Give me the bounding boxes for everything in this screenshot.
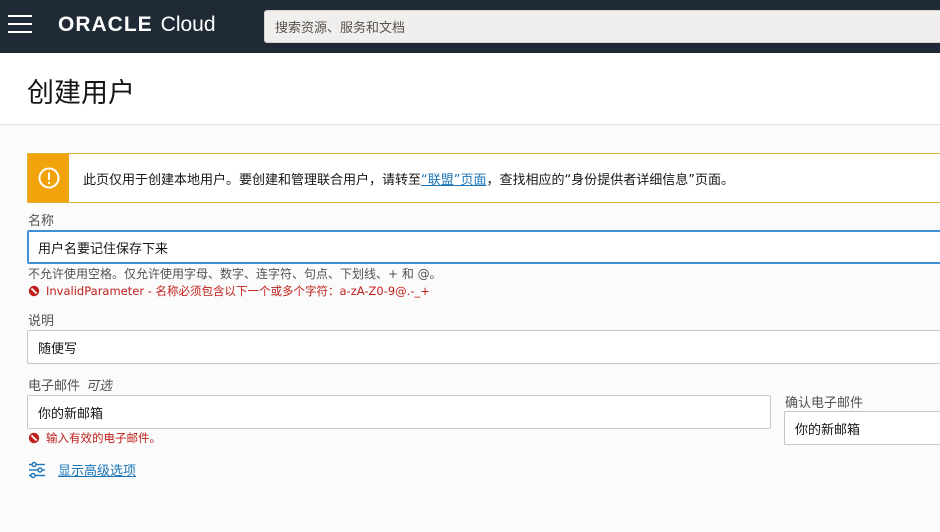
confirm-email-input[interactable]: 你的新邮箱 [784, 411, 940, 445]
description-input[interactable]: 随便写 [27, 330, 940, 364]
name-input-value: 用户名要记住保存下来 [38, 241, 169, 257]
name-hint: 不允许使用空格。仅允许使用字母、数字、连字符、句点、下划线、+ 和 @。 [28, 267, 442, 281]
confirm-email-label: 确认电子邮件 [785, 396, 864, 411]
confirm-email-input-value: 你的新邮箱 [795, 422, 861, 438]
description-input-value: 随便写 [38, 341, 78, 357]
logo-brand: ORACLE [58, 13, 153, 36]
oracle-cloud-logo[interactable]: ORACLE Cloud [58, 13, 216, 39]
email-input-value: 你的新邮箱 [38, 406, 104, 422]
federation-page-link[interactable]: “联盟”页面 [421, 173, 486, 188]
email-input[interactable]: 你的新邮箱 [27, 395, 771, 429]
email-error: 输入有效的电子邮件。 [28, 430, 161, 446]
info-banner: 此页仅用于创建本地用户。要创建和管理联合用户，请转至“联盟”页面，查找相应的“身… [27, 153, 940, 203]
error-icon [28, 285, 40, 297]
name-label: 名称 [28, 214, 55, 229]
hamburger-menu-icon[interactable] [8, 15, 32, 35]
error-icon [28, 432, 40, 444]
search-placeholder: 搜索资源、服务和文档 [275, 21, 406, 36]
page-title: 创建用户 [27, 78, 135, 109]
page-header: 创建用户 [0, 53, 940, 125]
warning-icon [38, 167, 59, 189]
banner-text-after: ，查找相应的“身份提供者详细信息”页面。 [486, 172, 734, 188]
advanced-options-text: 显示高级选项 [58, 464, 137, 479]
logo-product: Cloud [160, 13, 216, 36]
description-label: 说明 [28, 314, 55, 329]
search-input[interactable]: 搜索资源、服务和文档 [264, 10, 940, 43]
banner-text-before: 此页仅用于创建本地用户。要创建和管理联合用户，请转至 [83, 172, 422, 188]
name-error: InvalidParameter - 名称必须包含以下一个或多个字符：a-zA-… [28, 283, 430, 299]
name-input[interactable]: 用户名要记住保存下来 [27, 230, 940, 264]
email-optional-tag: 可选 [86, 379, 113, 394]
banner-message: 此页仅用于创建本地用户。要创建和管理联合用户，请转至“联盟”页面，查找相应的“身… [83, 169, 734, 188]
sliders-icon [29, 461, 45, 478]
show-advanced-options-link[interactable]: 显示高级选项 [28, 460, 136, 479]
name-error-text: InvalidParameter - 名称必须包含以下一个或多个字符：a-zA-… [46, 284, 430, 298]
warning-icon-box [28, 154, 69, 202]
top-navigation-bar: ORACLE Cloud 搜索资源、服务和文档 [0, 0, 940, 53]
email-label: 电子邮件 可选 [28, 375, 112, 394]
email-error-text: 输入有效的电子邮件。 [46, 431, 161, 445]
email-label-text: 电子邮件 [28, 379, 81, 394]
